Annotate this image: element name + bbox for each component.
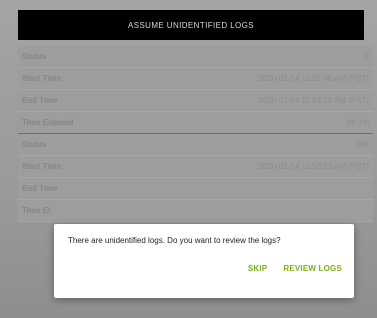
screen: ASSUME UNIDENTIFIED LOGS Status D Start … bbox=[0, 0, 377, 318]
time-elapsed-label: Time El bbox=[22, 206, 51, 215]
skip-button[interactable]: SKIP bbox=[248, 264, 267, 273]
log-row-end: End Time 2020-01-14 11:53:23 AM (PST) bbox=[18, 90, 373, 112]
status-label: Status bbox=[22, 52, 47, 61]
status-value: D bbox=[363, 52, 369, 61]
time-elapsed-value: 0h 1m bbox=[346, 118, 369, 127]
end-time-label: End Time bbox=[22, 184, 58, 193]
status-label: Status bbox=[22, 140, 47, 149]
start-time-value: 2020-01-14 11:53:23 AM (PST) bbox=[258, 162, 369, 171]
start-time-label: Start Time bbox=[22, 74, 61, 83]
status-value: ON bbox=[357, 140, 369, 149]
time-elapsed-label: Time Elapsed bbox=[22, 118, 74, 127]
log-row-elapsed: Time Elapsed 0h 1m bbox=[18, 112, 373, 134]
unidentified-logs-dialog: There are unidentified logs. Do you want… bbox=[54, 224, 354, 298]
log-list: Status D Start Time 2020-01-14 11:51:48 … bbox=[18, 46, 373, 222]
start-time-value: 2020-01-14 11:51:48 AM (PST) bbox=[258, 74, 369, 83]
log-row-status: Status D bbox=[18, 46, 373, 68]
log-row-start: Start Time 2020-01-14 11:53:23 AM (PST) bbox=[18, 156, 373, 178]
review-logs-button[interactable]: REVIEW LOGS bbox=[283, 264, 342, 273]
log-row-end: End Time bbox=[18, 178, 373, 200]
dialog-actions: SKIP REVIEW LOGS bbox=[248, 264, 342, 273]
end-time-label: End Time bbox=[22, 96, 58, 105]
dialog-message: There are unidentified logs. Do you want… bbox=[68, 236, 281, 245]
log-row-elapsed: Time El bbox=[18, 200, 373, 222]
log-row-status: Status ON bbox=[18, 134, 373, 156]
end-time-value: 2020-01-14 11:53:23 AM (PST) bbox=[258, 96, 369, 105]
log-row-start: Start Time 2020-01-14 11:51:48 AM (PST) bbox=[18, 68, 373, 90]
start-time-label: Start Time bbox=[22, 162, 61, 171]
header-bar: ASSUME UNIDENTIFIED LOGS bbox=[18, 10, 364, 40]
page-title: ASSUME UNIDENTIFIED LOGS bbox=[127, 20, 255, 30]
